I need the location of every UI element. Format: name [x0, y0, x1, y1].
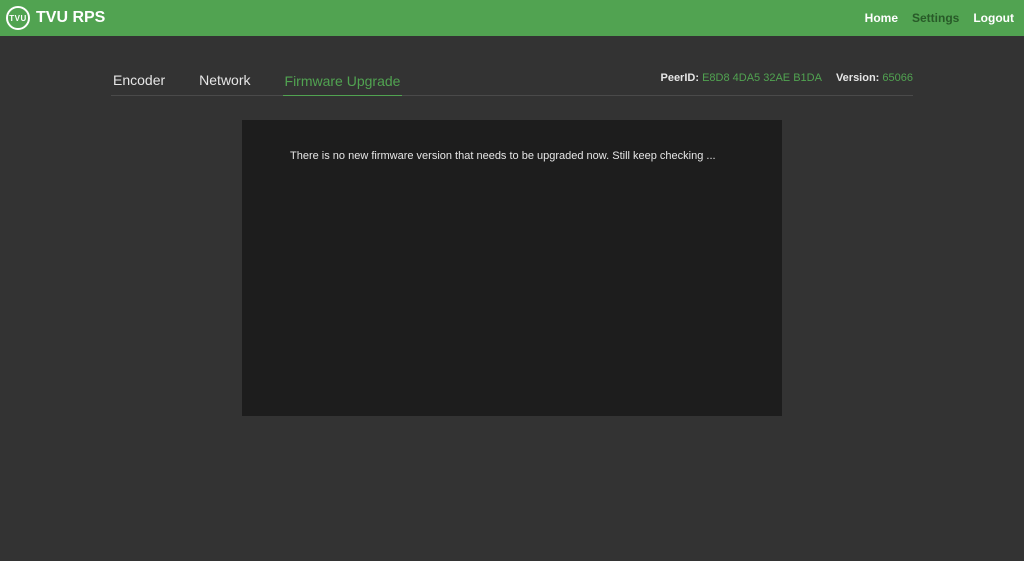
sub-bar: Encoder Network Firmware Upgrade PeerID:… — [111, 66, 913, 96]
nav-logout[interactable]: Logout — [973, 11, 1014, 25]
peerid-value: E8D8 4DA5 32AE B1DA — [702, 72, 822, 84]
tabs: Encoder Network Firmware Upgrade — [111, 66, 402, 95]
tab-encoder[interactable]: Encoder — [111, 66, 167, 96]
top-nav: Home Settings Logout — [865, 11, 1014, 25]
tab-network[interactable]: Network — [197, 66, 252, 96]
firmware-status-message: There is no new firmware version that ne… — [290, 150, 734, 162]
nav-settings[interactable]: Settings — [912, 11, 959, 25]
brand-logo-icon: TVU — [6, 6, 30, 30]
tab-firmware-upgrade[interactable]: Firmware Upgrade — [283, 67, 403, 96]
version-value: 65066 — [882, 72, 913, 84]
peerid-label: PeerID: — [660, 72, 699, 84]
app-title: TVU RPS — [36, 9, 105, 27]
top-bar: TVU TVU RPS Home Settings Logout — [0, 0, 1024, 36]
brand: TVU TVU RPS — [6, 6, 105, 30]
firmware-panel: There is no new firmware version that ne… — [242, 120, 782, 416]
device-meta: PeerID: E8D8 4DA5 32AE B1DA Version: 650… — [660, 72, 913, 90]
version-label: Version: — [836, 72, 879, 84]
nav-home[interactable]: Home — [865, 11, 898, 25]
